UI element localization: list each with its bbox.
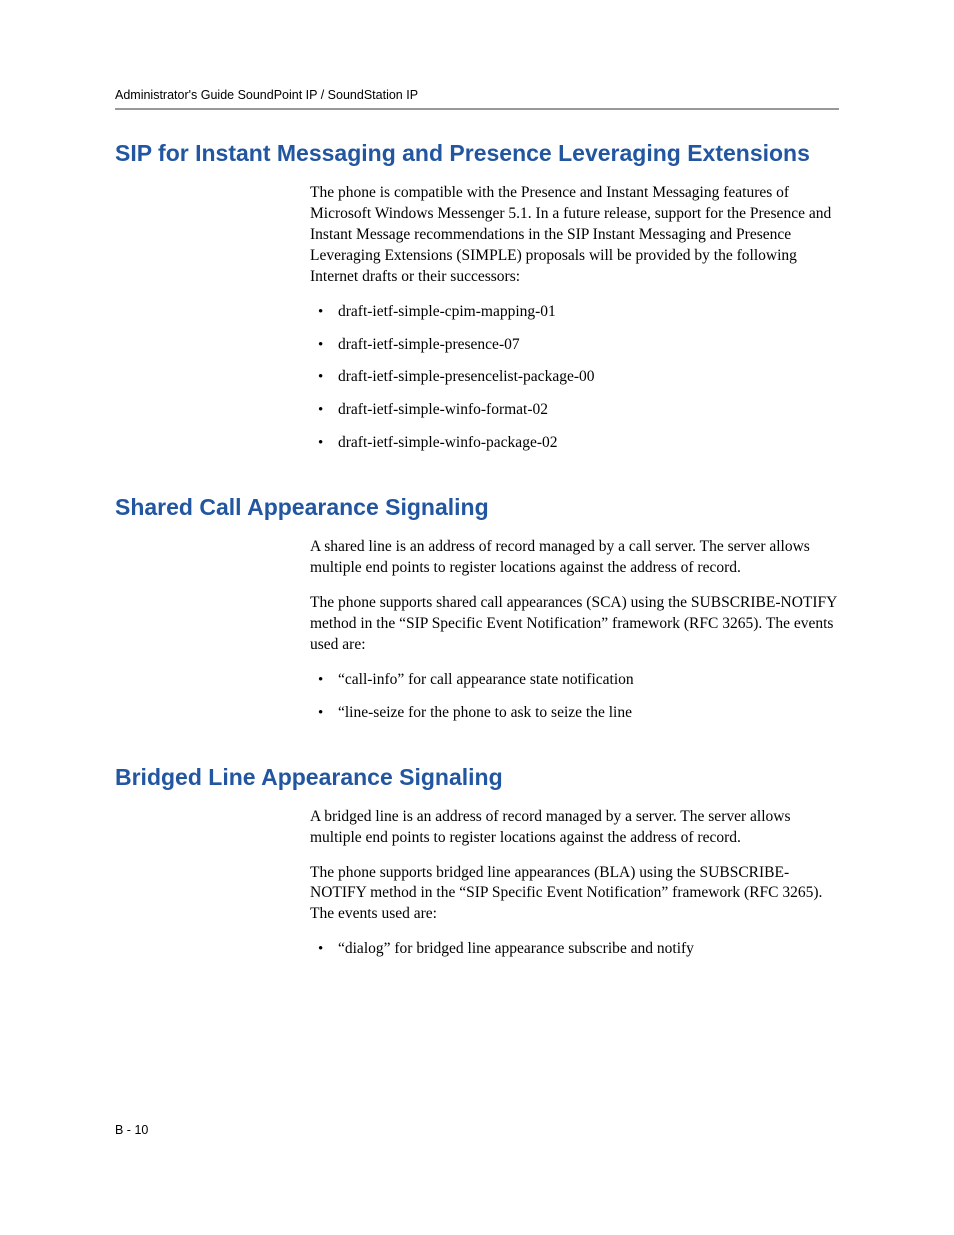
- list-item: “dialog” for bridged line appearance sub…: [310, 939, 839, 960]
- section-heading: SIP for Instant Messaging and Presence L…: [115, 140, 839, 167]
- running-head: Administrator's Guide SoundPoint IP / So…: [115, 88, 839, 102]
- section-body: A bridged line is an address of record m…: [310, 807, 839, 961]
- list-item: draft-ietf-simple-winfo-format-02: [310, 400, 839, 421]
- bullet-list: “dialog” for bridged line appearance sub…: [310, 939, 839, 960]
- section-body: A shared line is an address of record ma…: [310, 537, 839, 723]
- header-rule: [115, 108, 839, 110]
- body-paragraph: The phone supports bridged line appearan…: [310, 863, 839, 926]
- bullet-list: draft-ietf-simple-cpim-mapping-01 draft-…: [310, 302, 839, 455]
- page-content: Administrator's Guide SoundPoint IP / So…: [0, 0, 954, 1012]
- list-item: draft-ietf-simple-cpim-mapping-01: [310, 302, 839, 323]
- list-item: “call-info” for call appearance state no…: [310, 670, 839, 691]
- list-item: “line-seize for the phone to ask to seiz…: [310, 703, 839, 724]
- body-paragraph: The phone supports shared call appearanc…: [310, 593, 839, 656]
- bullet-list: “call-info” for call appearance state no…: [310, 670, 839, 724]
- section-heading: Bridged Line Appearance Signaling: [115, 764, 839, 791]
- body-paragraph: A shared line is an address of record ma…: [310, 537, 839, 579]
- body-paragraph: A bridged line is an address of record m…: [310, 807, 839, 849]
- list-item: draft-ietf-simple-winfo-package-02: [310, 433, 839, 454]
- page-footer: B - 10: [115, 1123, 148, 1137]
- body-paragraph: The phone is compatible with the Presenc…: [310, 183, 839, 288]
- section-heading: Shared Call Appearance Signaling: [115, 494, 839, 521]
- list-item: draft-ietf-simple-presencelist-package-0…: [310, 367, 839, 388]
- list-item: draft-ietf-simple-presence-07: [310, 335, 839, 356]
- section-body: The phone is compatible with the Presenc…: [310, 183, 839, 454]
